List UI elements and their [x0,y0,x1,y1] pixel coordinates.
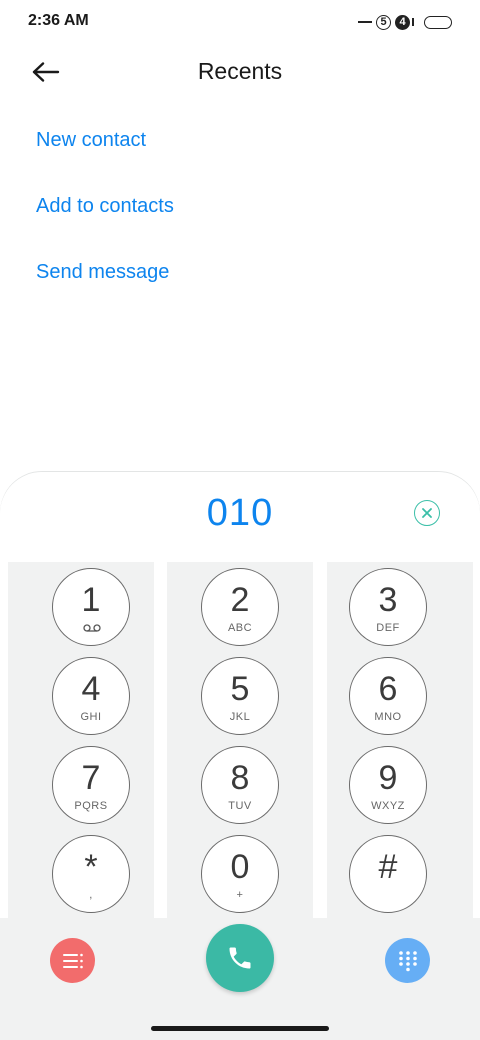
key-letters: ABC [227,622,253,634]
key-digit: 4 [81,670,101,708]
battery-icon [424,15,452,29]
key-letters: DEF [376,622,400,634]
phone-icon [229,947,251,969]
key-letters: WXYZ [371,800,405,812]
key-digit: 9 [378,759,398,797]
key-4[interactable]: 4 GHI [52,657,130,735]
key-6[interactable]: 6 MNO [349,657,427,735]
clear-circle-icon [422,508,432,518]
dialer-bottom-bar [0,918,480,1040]
key-digit: 0 [230,848,250,886]
new-contact-link[interactable]: New contact [36,118,174,184]
number-display: 010 [0,472,480,562]
menu-icon [62,953,83,968]
actions-list: New contact Add to contacts Send message [36,118,174,316]
key-digit: 6 [378,670,398,708]
dialer-panel: 010 1 2 ABC 3 DEF 4 GHI 5 JKL 6 MNO 7 PQ… [0,472,480,1040]
key-letters: + [236,889,244,901]
status-bar: 2:36 AM 5 4 [0,0,480,44]
key-digit: 5 [230,670,250,708]
signal-dash-icon [358,21,372,23]
key-digit: 1 [81,581,101,619]
keypad: 1 2 ABC 3 DEF 4 GHI 5 JKL 6 MNO 7 PQRS 8… [0,562,480,918]
home-indicator[interactable] [151,1026,329,1031]
key-letters: TUV [228,800,252,812]
key-letters: JKL [229,711,251,723]
key-8[interactable]: 8 TUV [201,746,279,824]
status-icons: 5 4 [358,12,452,32]
key-digit: # [378,848,398,886]
add-to-contacts-link[interactable]: Add to contacts [36,184,174,250]
dialpad-icon [398,950,417,971]
page-title: Recents [197,58,283,84]
clear-button[interactable] [414,500,440,526]
key-letters: , [89,889,93,901]
status-time: 2:36 AM [28,12,89,29]
key-digit: 7 [81,759,101,797]
dialpad-toggle-button[interactable] [385,938,430,983]
key-0[interactable]: 0 + [201,835,279,913]
key-digit: * [84,848,98,886]
voicemail-icon [83,624,101,632]
key-1[interactable]: 1 [52,568,130,646]
call-button[interactable] [206,924,274,992]
key-3[interactable]: 3 DEF [349,568,427,646]
key-7[interactable]: 7 PQRS [52,746,130,824]
sim-1-icon: 5 [376,14,391,30]
signal-tick-icon [412,18,414,26]
key-digit: 3 [378,581,398,619]
dialed-number[interactable]: 010 [0,492,480,535]
key-2[interactable]: 2 ABC [201,568,279,646]
key-letters: MNO [374,711,402,723]
key-9[interactable]: 9 WXYZ [349,746,427,824]
sim-2-icon: 4 [395,14,410,30]
key-digit: 8 [230,759,250,797]
send-message-link[interactable]: Send message [36,250,174,316]
key-letters: PQRS [74,800,108,812]
key-5[interactable]: 5 JKL [201,657,279,735]
key-hash[interactable]: # [349,835,427,913]
key-star[interactable]: * , [52,835,130,913]
key-digit: 2 [230,581,250,619]
header: Recents [0,44,480,104]
menu-button[interactable] [50,938,95,983]
key-letters: GHI [80,711,102,723]
